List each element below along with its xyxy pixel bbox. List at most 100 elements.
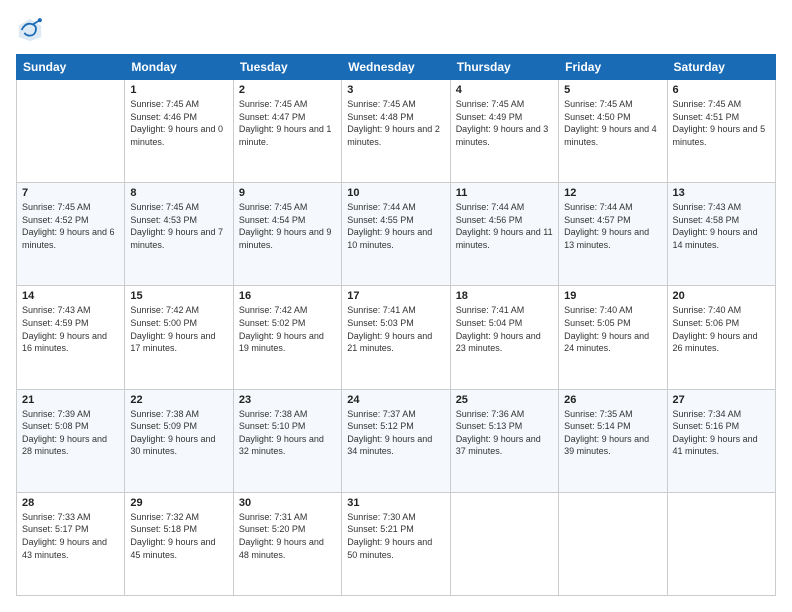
day-number: 6 [673, 84, 770, 96]
calendar-cell: 24Sunrise: 7:37 AMSunset: 5:12 PMDayligh… [342, 389, 450, 492]
day-number: 14 [22, 290, 119, 302]
day-number: 18 [456, 290, 553, 302]
cell-content: Sunrise: 7:35 AMSunset: 5:14 PMDaylight:… [564, 408, 661, 458]
week-row: 14 Sunrise: 7:43 AMSunset: 4:59 PMDayligh… [17, 286, 776, 389]
cell-content: Sunrise: 7:44 AMSunset: 4:55 PMDaylight:… [347, 201, 444, 251]
day-number: 12 [564, 187, 661, 199]
cell-content: Sunrise: 7:41 AMSunset: 5:03 PMDaylight:… [347, 304, 444, 354]
calendar-cell: 16Sunrise: 7:42 AMSunset: 5:02 PMDayligh… [233, 286, 341, 389]
col-header-thursday: Thursday [450, 55, 558, 80]
calendar-cell: 25 Sunrise: 7:36 AMSunset: 5:13 PMDayligh… [450, 389, 558, 492]
cell-content: Sunrise: 7:45 AMSunset: 4:52 PMDaylight:… [22, 201, 119, 251]
day-number: 31 [347, 497, 444, 509]
page: SundayMondayTuesdayWednesdayThursdayFrid… [0, 0, 792, 612]
cell-content: Sunrise: 7:36 AMSunset: 5:13 PMDaylight:… [456, 408, 553, 458]
calendar-cell: 6 Sunrise: 7:45 AMSunset: 4:51 PMDaylight… [667, 80, 775, 183]
calendar-cell: 19 Sunrise: 7:40 AMSunset: 5:05 PMDayligh… [559, 286, 667, 389]
calendar-cell [17, 80, 125, 183]
calendar-cell: 11Sunrise: 7:44 AMSunset: 4:56 PMDayligh… [450, 183, 558, 286]
day-number: 27 [673, 394, 770, 406]
day-number: 30 [239, 497, 336, 509]
calendar-cell [667, 492, 775, 595]
calendar-cell [559, 492, 667, 595]
header [16, 16, 776, 44]
calendar-cell: 30Sunrise: 7:31 AMSunset: 5:20 PMDayligh… [233, 492, 341, 595]
header-row: SundayMondayTuesdayWednesdayThursdayFrid… [17, 55, 776, 80]
col-header-sunday: Sunday [17, 55, 125, 80]
calendar-cell: 5 Sunrise: 7:45 AMSunset: 4:50 PMDaylight… [559, 80, 667, 183]
cell-content: Sunrise: 7:45 AMSunset: 4:49 PMDaylight:… [456, 98, 553, 148]
calendar-cell: 2 Sunrise: 7:45 AMSunset: 4:47 PMDaylight… [233, 80, 341, 183]
logo-icon [16, 16, 44, 44]
cell-content: Sunrise: 7:37 AMSunset: 5:12 PMDaylight:… [347, 408, 444, 458]
day-number: 25 [456, 394, 553, 406]
logo [16, 16, 48, 44]
col-header-saturday: Saturday [667, 55, 775, 80]
week-row: 7 Sunrise: 7:45 AMSunset: 4:52 PMDaylight… [17, 183, 776, 286]
calendar-cell: 9 Sunrise: 7:45 AMSunset: 4:54 PMDaylight… [233, 183, 341, 286]
cell-content: Sunrise: 7:42 AMSunset: 5:00 PMDaylight:… [130, 304, 227, 354]
cell-content: Sunrise: 7:41 AMSunset: 5:04 PMDaylight:… [456, 304, 553, 354]
col-header-monday: Monday [125, 55, 233, 80]
cell-content: Sunrise: 7:44 AMSunset: 4:56 PMDaylight:… [456, 201, 553, 251]
cell-content: Sunrise: 7:38 AMSunset: 5:09 PMDaylight:… [130, 408, 227, 458]
calendar-cell: 27 Sunrise: 7:34 AMSunset: 5:16 PMDayligh… [667, 389, 775, 492]
cell-content: Sunrise: 7:32 AMSunset: 5:18 PMDaylight:… [130, 511, 227, 561]
day-number: 21 [22, 394, 119, 406]
day-number: 2 [239, 84, 336, 96]
day-number: 10 [347, 187, 444, 199]
calendar-cell: 1 Sunrise: 7:45 AMSunset: 4:46 PMDaylight… [125, 80, 233, 183]
cell-content: Sunrise: 7:30 AMSunset: 5:21 PMDaylight:… [347, 511, 444, 561]
cell-content: Sunrise: 7:39 AMSunset: 5:08 PMDaylight:… [22, 408, 119, 458]
calendar-cell: 10 Sunrise: 7:44 AMSunset: 4:55 PMDayligh… [342, 183, 450, 286]
calendar-cell: 23 Sunrise: 7:38 AMSunset: 5:10 PMDayligh… [233, 389, 341, 492]
cell-content: Sunrise: 7:40 AMSunset: 5:06 PMDaylight:… [673, 304, 770, 354]
calendar-cell: 12 Sunrise: 7:44 AMSunset: 4:57 PMDayligh… [559, 183, 667, 286]
day-number: 5 [564, 84, 661, 96]
day-number: 4 [456, 84, 553, 96]
cell-content: Sunrise: 7:43 AMSunset: 4:58 PMDaylight:… [673, 201, 770, 251]
day-number: 1 [130, 84, 227, 96]
cell-content: Sunrise: 7:40 AMSunset: 5:05 PMDaylight:… [564, 304, 661, 354]
calendar-table: SundayMondayTuesdayWednesdayThursdayFrid… [16, 54, 776, 596]
day-number: 26 [564, 394, 661, 406]
calendar-cell: 8Sunrise: 7:45 AMSunset: 4:53 PMDaylight… [125, 183, 233, 286]
calendar-cell [450, 492, 558, 595]
week-row: 28Sunrise: 7:33 AMSunset: 5:17 PMDayligh… [17, 492, 776, 595]
cell-content: Sunrise: 7:45 AMSunset: 4:54 PMDaylight:… [239, 201, 336, 251]
calendar-cell: 15 Sunrise: 7:42 AMSunset: 5:00 PMDayligh… [125, 286, 233, 389]
day-number: 13 [673, 187, 770, 199]
col-header-wednesday: Wednesday [342, 55, 450, 80]
calendar-cell: 17 Sunrise: 7:41 AMSunset: 5:03 PMDayligh… [342, 286, 450, 389]
cell-content: Sunrise: 7:45 AMSunset: 4:50 PMDaylight:… [564, 98, 661, 148]
week-row: 1 Sunrise: 7:45 AMSunset: 4:46 PMDaylight… [17, 80, 776, 183]
calendar-cell: 18 Sunrise: 7:41 AMSunset: 5:04 PMDayligh… [450, 286, 558, 389]
day-number: 17 [347, 290, 444, 302]
cell-content: Sunrise: 7:45 AMSunset: 4:47 PMDaylight:… [239, 98, 336, 148]
day-number: 3 [347, 84, 444, 96]
cell-content: Sunrise: 7:44 AMSunset: 4:57 PMDaylight:… [564, 201, 661, 251]
calendar-cell: 31 Sunrise: 7:30 AMSunset: 5:21 PMDayligh… [342, 492, 450, 595]
day-number: 28 [22, 497, 119, 509]
calendar-cell: 29 Sunrise: 7:32 AMSunset: 5:18 PMDayligh… [125, 492, 233, 595]
calendar-cell: 14 Sunrise: 7:43 AMSunset: 4:59 PMDayligh… [17, 286, 125, 389]
day-number: 8 [130, 187, 227, 199]
day-number: 23 [239, 394, 336, 406]
cell-content: Sunrise: 7:34 AMSunset: 5:16 PMDaylight:… [673, 408, 770, 458]
col-header-tuesday: Tuesday [233, 55, 341, 80]
calendar-cell: 4 Sunrise: 7:45 AMSunset: 4:49 PMDaylight… [450, 80, 558, 183]
cell-content: Sunrise: 7:45 AMSunset: 4:51 PMDaylight:… [673, 98, 770, 148]
day-number: 15 [130, 290, 227, 302]
cell-content: Sunrise: 7:45 AMSunset: 4:48 PMDaylight:… [347, 98, 444, 148]
day-number: 19 [564, 290, 661, 302]
day-number: 29 [130, 497, 227, 509]
day-number: 20 [673, 290, 770, 302]
cell-content: Sunrise: 7:45 AMSunset: 4:46 PMDaylight:… [130, 98, 227, 148]
calendar-cell: 26 Sunrise: 7:35 AMSunset: 5:14 PMDayligh… [559, 389, 667, 492]
day-number: 7 [22, 187, 119, 199]
cell-content: Sunrise: 7:38 AMSunset: 5:10 PMDaylight:… [239, 408, 336, 458]
calendar-cell: 22Sunrise: 7:38 AMSunset: 5:09 PMDayligh… [125, 389, 233, 492]
day-number: 9 [239, 187, 336, 199]
cell-content: Sunrise: 7:43 AMSunset: 4:59 PMDaylight:… [22, 304, 119, 354]
calendar-cell: 7 Sunrise: 7:45 AMSunset: 4:52 PMDaylight… [17, 183, 125, 286]
